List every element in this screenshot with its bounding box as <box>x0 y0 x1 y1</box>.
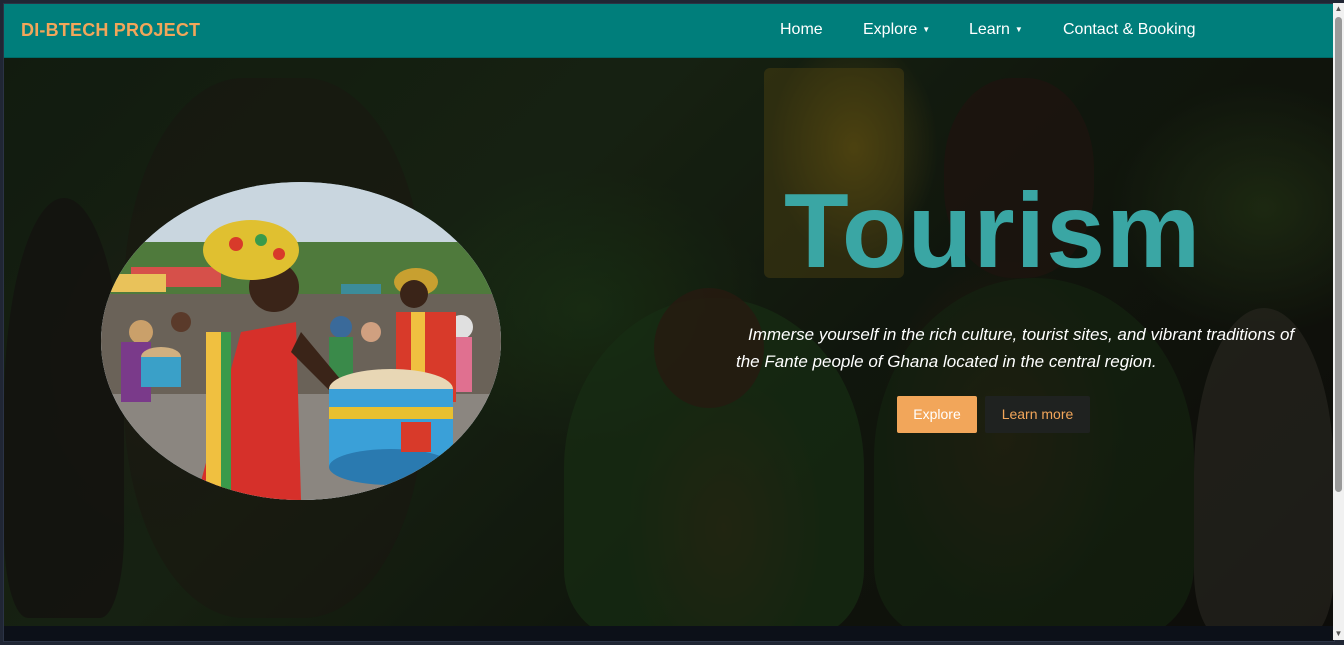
drummer-photo-illustration <box>101 182 501 500</box>
nav-home[interactable]: Home <box>780 21 823 39</box>
hero-title: Tourism <box>784 172 1202 290</box>
vertical-scrollbar[interactable]: ▲ ▼ <box>1333 3 1344 640</box>
scroll-up-icon[interactable]: ▲ <box>1333 3 1344 15</box>
scrollbar-thumb[interactable] <box>1335 17 1342 492</box>
nav-explore[interactable]: Explore ▼ <box>863 21 930 39</box>
nav-home-label: Home <box>780 21 823 38</box>
nav-learn-label: Learn <box>969 21 1010 38</box>
caret-down-icon: ▼ <box>1014 25 1023 35</box>
scroll-down-icon[interactable]: ▼ <box>1333 628 1344 640</box>
nav-contact-label: Contact & Booking <box>1063 21 1196 38</box>
explore-button[interactable]: Explore <box>897 396 977 433</box>
hero-section: Tourism Immerse yourself in the rich cul… <box>4 58 1334 626</box>
caret-down-icon: ▼ <box>922 25 931 35</box>
hero-description: Immerse yourself in the rich culture, to… <box>736 325 1295 371</box>
brand-logo[interactable]: DI-BTECH PROJECT <box>21 20 200 41</box>
nav-explore-label: Explore <box>863 21 918 38</box>
navbar: DI-BTECH PROJECT Home Explore ▼ Learn ▼ Co… <box>4 4 1334 58</box>
page-viewport: DI-BTECH PROJECT Home Explore ▼ Learn ▼ Co… <box>3 3 1335 642</box>
nav-learn[interactable]: Learn ▼ <box>969 21 1023 39</box>
drummer-photo <box>101 182 501 500</box>
learn-more-button[interactable]: Learn more <box>985 396 1090 433</box>
browser-frame: DI-BTECH PROJECT Home Explore ▼ Learn ▼ Co… <box>0 0 1344 645</box>
nav-contact-booking[interactable]: Contact & Booking <box>1063 21 1196 39</box>
hero-bottom-edge <box>4 626 1334 641</box>
